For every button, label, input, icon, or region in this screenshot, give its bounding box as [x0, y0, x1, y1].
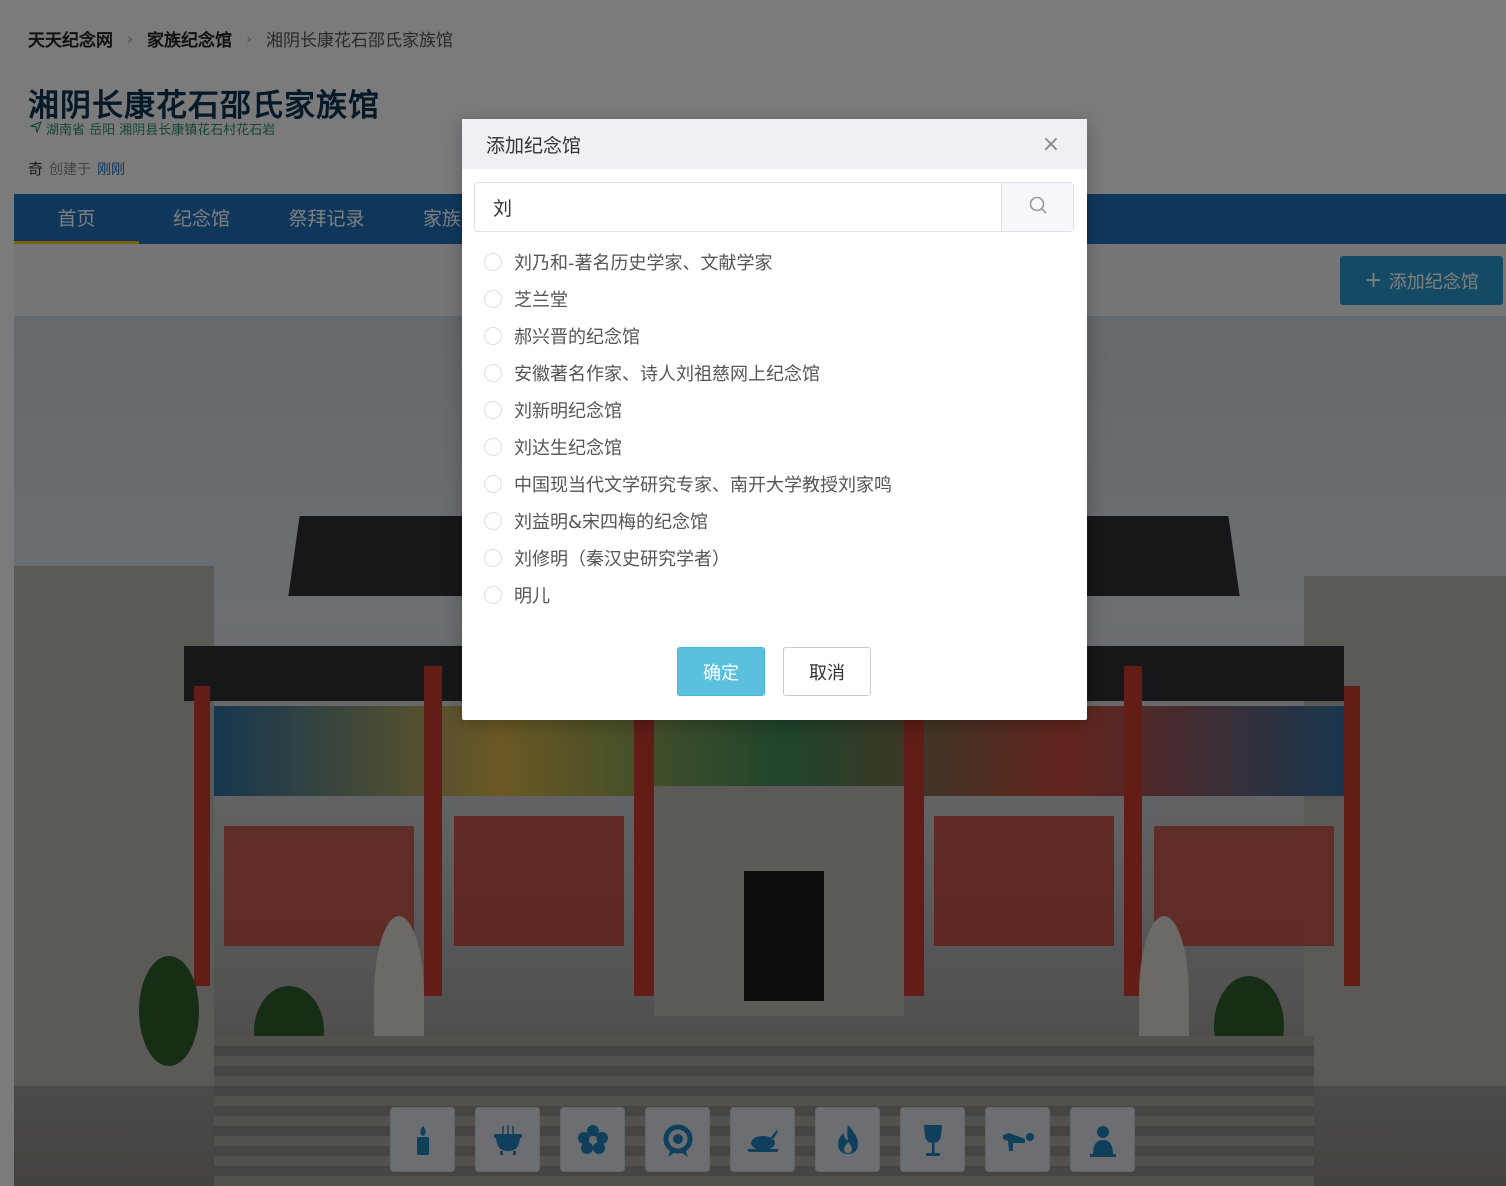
search-icon: [1028, 195, 1048, 219]
result-label: 安徽著名作家、诗人刘祖慈网上纪念馆: [514, 363, 820, 385]
dialog-title: 添加纪念馆: [486, 134, 582, 157]
search-button[interactable]: [1001, 183, 1073, 231]
result-item[interactable]: 安徽著名作家、诗人刘祖慈网上纪念馆: [484, 354, 892, 391]
result-label: 明儿: [514, 585, 550, 607]
result-item[interactable]: 刘达生纪念馆: [484, 428, 892, 465]
result-label: 刘修明（秦汉史研究学者）: [514, 548, 730, 570]
result-label: 中国现当代文学研究专家、南开大学教授刘家鸣: [514, 474, 892, 496]
result-label: 刘达生纪念馆: [514, 437, 622, 459]
result-item[interactable]: 郝兴晋的纪念馆: [484, 317, 892, 354]
search-box: [474, 182, 1074, 232]
radio-button[interactable]: [484, 474, 502, 493]
radio-button[interactable]: [484, 548, 502, 567]
result-item[interactable]: 中国现当代文学研究专家、南开大学教授刘家鸣: [484, 465, 892, 502]
dialog-header: 添加纪念馆 ×: [462, 119, 1087, 169]
radio-button[interactable]: [484, 511, 502, 530]
result-label: 刘乃和-著名历史学家、文献学家: [514, 252, 773, 274]
radio-button[interactable]: [484, 437, 502, 456]
radio-button[interactable]: [484, 326, 502, 345]
result-label: 郝兴晋的纪念馆: [514, 326, 640, 348]
close-icon[interactable]: ×: [1039, 132, 1063, 157]
search-input[interactable]: [475, 183, 1001, 231]
result-item[interactable]: 刘乃和-著名历史学家、文献学家: [484, 243, 892, 280]
add-memorial-dialog: 添加纪念馆 × 刘乃和-著名历史学家、文献学家 芝兰堂 郝兴晋的纪念馆 安徽著名…: [462, 119, 1087, 720]
result-item[interactable]: 刘新明纪念馆: [484, 391, 892, 428]
radio-button[interactable]: [484, 363, 502, 382]
radio-button[interactable]: [484, 585, 502, 604]
result-item[interactable]: 明儿: [484, 576, 892, 613]
result-list: 刘乃和-著名历史学家、文献学家 芝兰堂 郝兴晋的纪念馆 安徽著名作家、诗人刘祖慈…: [484, 243, 892, 613]
cancel-button[interactable]: 取消: [783, 647, 871, 696]
result-item[interactable]: 刘修明（秦汉史研究学者）: [484, 539, 892, 576]
radio-button[interactable]: [484, 252, 502, 271]
result-label: 刘益明&宋四梅的纪念馆: [514, 511, 709, 533]
result-item[interactable]: 芝兰堂: [484, 280, 892, 317]
radio-button[interactable]: [484, 289, 502, 308]
confirm-button[interactable]: 确定: [677, 647, 765, 696]
result-item[interactable]: 刘益明&宋四梅的纪念馆: [484, 502, 892, 539]
result-label: 芝兰堂: [514, 289, 568, 311]
radio-button[interactable]: [484, 400, 502, 419]
result-label: 刘新明纪念馆: [514, 400, 622, 422]
